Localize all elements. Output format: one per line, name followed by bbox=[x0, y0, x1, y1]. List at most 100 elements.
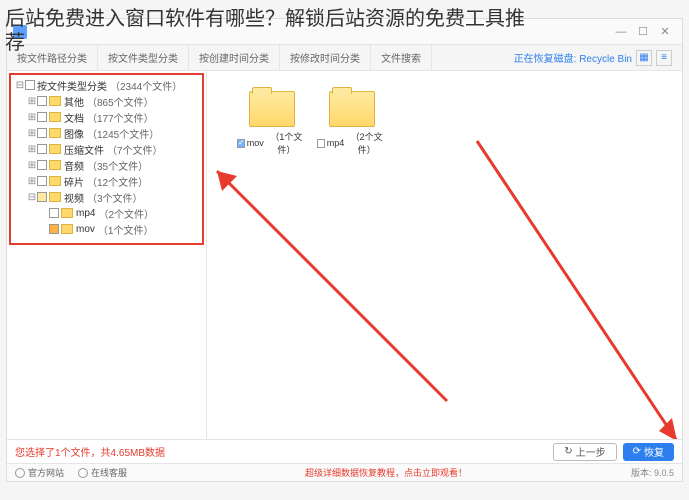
tree-label: mov bbox=[76, 224, 95, 235]
tree-item-fragments[interactable]: ⊞ 碎片（12个文件） bbox=[15, 173, 198, 189]
folder-icon bbox=[49, 176, 61, 186]
folder-count: （1个文件） bbox=[266, 130, 307, 156]
tree-root[interactable]: ⊟ 按文件类型分类 （2344个文件） bbox=[15, 77, 198, 93]
restore-label: 恢复 bbox=[644, 444, 664, 459]
view-list-button[interactable]: ≡ bbox=[656, 50, 672, 66]
folder-icon bbox=[49, 160, 61, 170]
expand-icon[interactable]: ⊞ bbox=[27, 96, 37, 107]
overlay-title-line2: 荐 bbox=[5, 26, 25, 55]
tree-label: 图像 bbox=[64, 126, 84, 141]
bottombar: 官方网站 在线客服 超级详细数据恢复教程，点击立即观看！ 版本: 9.0.5 bbox=[7, 463, 682, 481]
tabbar: 按文件路径分类 按文件类型分类 按创建时间分类 按修改时间分类 文件搜索 正在恢… bbox=[7, 45, 682, 71]
content-pane: mov （1个文件） mp4 （2个文件） bbox=[207, 71, 682, 439]
folder-icon bbox=[249, 91, 295, 127]
tree-count: （35个文件） bbox=[87, 158, 148, 173]
support-link[interactable]: 在线客服 bbox=[78, 466, 127, 479]
tree-item-docs[interactable]: ⊞ 文档（177个文件） bbox=[15, 109, 198, 125]
folder-icon bbox=[329, 91, 375, 127]
expand-icon[interactable]: ⊞ bbox=[27, 112, 37, 123]
folder-icon bbox=[49, 144, 61, 154]
tab-by-created[interactable]: 按创建时间分类 bbox=[189, 45, 280, 70]
tutorial-message[interactable]: 超级详细数据恢复教程，点击立即观看！ bbox=[141, 466, 631, 479]
checkbox[interactable] bbox=[37, 160, 47, 170]
checkbox[interactable] bbox=[317, 139, 325, 148]
folder-tile-mov[interactable]: mov （1个文件） bbox=[237, 91, 307, 156]
expand-icon[interactable]: ⊞ bbox=[27, 160, 37, 171]
folder-tile-mp4[interactable]: mp4 （2个文件） bbox=[317, 91, 387, 156]
site-label: 官方网站 bbox=[28, 466, 64, 479]
checkbox[interactable] bbox=[37, 176, 47, 186]
footer: 您选择了1个文件，共4.65MB数据 ↻ 上一步 ⟳ 恢复 bbox=[7, 439, 682, 463]
sidebar: ⊟ 按文件类型分类 （2344个文件） ⊞其他（865个文件） ⊞ 文档（177个… bbox=[7, 71, 207, 439]
maximize-button[interactable]: ☐ bbox=[632, 23, 654, 41]
tree-count: （865个文件） bbox=[87, 94, 154, 109]
tree-item-video[interactable]: ⊟ 视频（3个文件） bbox=[15, 189, 198, 205]
minimize-button[interactable]: — bbox=[610, 23, 632, 41]
expand-icon[interactable]: ⊞ bbox=[27, 128, 37, 139]
tab-file-search[interactable]: 文件搜索 bbox=[371, 45, 432, 70]
tree-count: （177个文件） bbox=[87, 110, 154, 125]
tab-by-modified[interactable]: 按修改时间分类 bbox=[280, 45, 371, 70]
tree-count: （3个文件） bbox=[87, 190, 143, 205]
checkbox[interactable] bbox=[37, 96, 47, 106]
tree-label: 压缩文件 bbox=[64, 142, 104, 157]
tree-item-images[interactable]: ⊞ 图像（1245个文件） bbox=[15, 125, 198, 141]
tree-label: mp4 bbox=[76, 208, 95, 219]
selection-status: 您选择了1个文件，共4.65MB数据 bbox=[15, 444, 165, 459]
checkbox[interactable] bbox=[37, 128, 47, 138]
official-site-link[interactable]: 官方网站 bbox=[15, 466, 64, 479]
tree-item-mp4[interactable]: mp4（2个文件） bbox=[15, 205, 198, 221]
expand-icon[interactable]: ⊟ bbox=[27, 192, 37, 203]
checkbox[interactable] bbox=[25, 80, 35, 90]
tree-count: （2个文件） bbox=[98, 206, 154, 221]
folder-count: （2个文件） bbox=[346, 130, 387, 156]
checkbox[interactable] bbox=[37, 144, 47, 154]
tab-by-type[interactable]: 按文件类型分类 bbox=[98, 45, 189, 70]
folder-name: mov bbox=[247, 138, 264, 148]
globe-icon bbox=[15, 468, 25, 478]
folder-icon bbox=[49, 96, 61, 106]
support-label: 在线客服 bbox=[91, 466, 127, 479]
tree-count: （12个文件） bbox=[87, 174, 148, 189]
tree-count: （1个文件） bbox=[98, 222, 154, 237]
annotation-arrow-left bbox=[197, 151, 457, 411]
folder-icon bbox=[49, 128, 61, 138]
tree-root-count: （2344个文件） bbox=[110, 78, 182, 93]
checkbox[interactable] bbox=[37, 112, 47, 122]
checkbox[interactable] bbox=[49, 208, 59, 218]
tree-highlight-box: ⊟ 按文件类型分类 （2344个文件） ⊞其他（865个文件） ⊞ 文档（177个… bbox=[9, 73, 204, 245]
main-area: ⊟ 按文件类型分类 （2344个文件） ⊞其他（865个文件） ⊞ 文档（177个… bbox=[7, 71, 682, 439]
view-grid-button[interactable]: ▦ bbox=[636, 50, 652, 66]
tree-label: 碎片 bbox=[64, 174, 84, 189]
checkbox[interactable] bbox=[49, 224, 59, 234]
restore-button[interactable]: ⟳ 恢复 bbox=[623, 443, 674, 461]
expand-icon[interactable]: ⊞ bbox=[27, 176, 37, 187]
folder-icon bbox=[61, 224, 73, 234]
restore-icon: ⟳ bbox=[633, 446, 641, 457]
annotation-arrow-right bbox=[467, 131, 682, 439]
tree-label: 视频 bbox=[64, 190, 84, 205]
scan-status-text: 正在恢复磁盘: Recycle Bin bbox=[514, 50, 632, 65]
folder-name: mp4 bbox=[327, 138, 345, 148]
prev-button[interactable]: ↻ 上一步 bbox=[553, 443, 616, 461]
titlebar: — ☐ ✕ bbox=[7, 19, 682, 45]
app-window: — ☐ ✕ 按文件路径分类 按文件类型分类 按创建时间分类 按修改时间分类 文件… bbox=[6, 18, 683, 482]
tree-item-mov[interactable]: mov（1个文件） bbox=[15, 221, 198, 237]
folder-icon bbox=[49, 112, 61, 122]
expand-icon[interactable]: ⊞ bbox=[27, 144, 37, 155]
tree-count: （1245个文件） bbox=[87, 126, 159, 141]
tree-item-audio[interactable]: ⊞ 音频（35个文件） bbox=[15, 157, 198, 173]
checkbox[interactable] bbox=[37, 192, 47, 202]
scan-status: 正在恢复磁盘: Recycle Bin ▦ ≡ bbox=[504, 45, 682, 70]
tree-label: 文档 bbox=[64, 110, 84, 125]
version-label: 版本: 9.0.5 bbox=[631, 466, 674, 479]
tree-item-other[interactable]: ⊞其他（865个文件） bbox=[15, 93, 198, 109]
close-button[interactable]: ✕ bbox=[654, 23, 676, 41]
folder-icon bbox=[61, 208, 73, 218]
expand-icon[interactable]: ⊟ bbox=[15, 80, 25, 91]
folder-caption: mov （1个文件） bbox=[237, 130, 307, 156]
checkbox[interactable] bbox=[237, 139, 245, 148]
prev-label: 上一步 bbox=[576, 444, 606, 459]
tree-item-archive[interactable]: ⊞压缩文件（7个文件） bbox=[15, 141, 198, 157]
tree-label: 音频 bbox=[64, 158, 84, 173]
